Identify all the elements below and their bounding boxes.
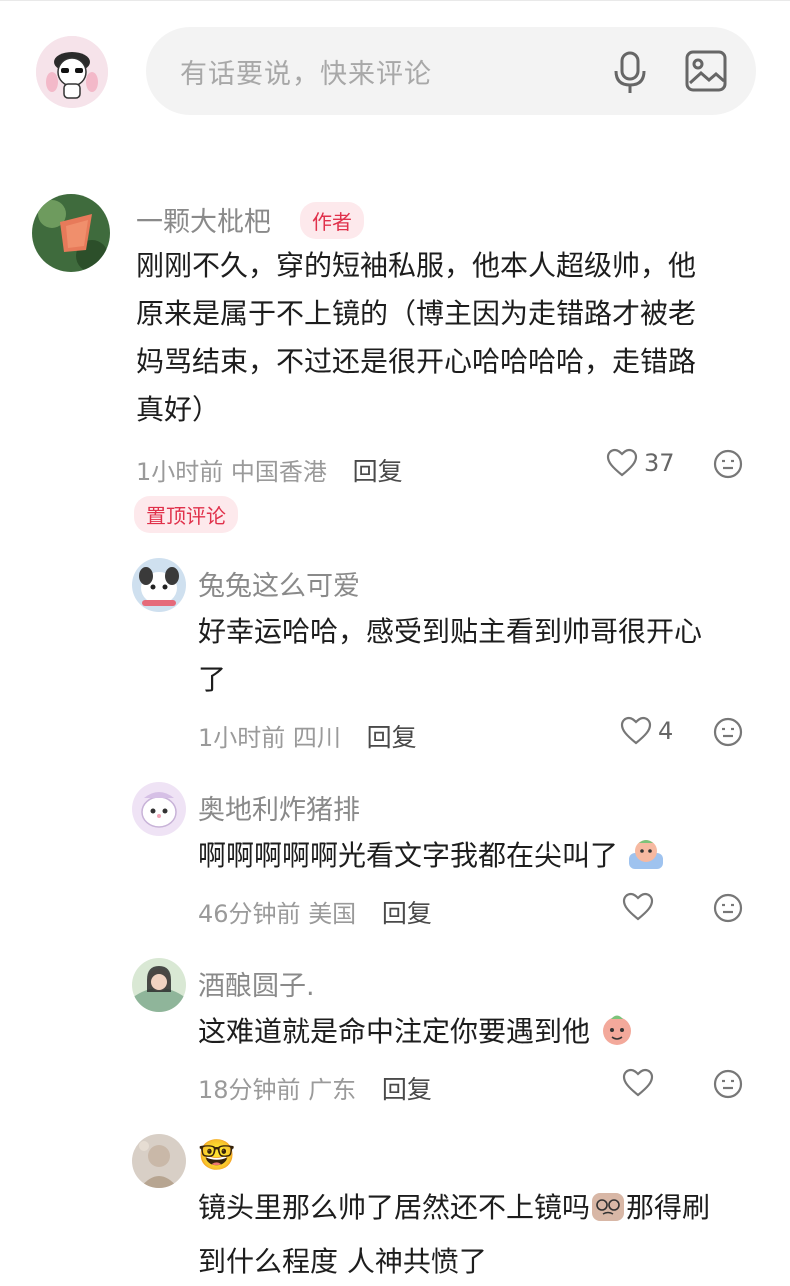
- comment-location: 美国: [308, 900, 357, 928]
- comment-text: 好幸运哈哈，感受到贴主看到帅哥很开心 了: [198, 608, 768, 704]
- my-avatar[interactable]: [36, 36, 108, 108]
- dislike-icon[interactable]: [712, 892, 744, 928]
- pinned-badge: 置顶评论: [134, 496, 238, 533]
- comment-line: 原来是属于不上镜的（博主因为走错路才被老: [136, 297, 697, 330]
- comment-time: 1小时前: [198, 724, 286, 752]
- sticker-emoji-icon: [590, 1189, 626, 1238]
- avatar[interactable]: [32, 194, 110, 272]
- like-button[interactable]: [622, 1068, 654, 1098]
- avatar[interactable]: [132, 782, 186, 836]
- comment-location: 中国香港: [230, 458, 327, 486]
- username[interactable]: 奥地利炸猪排: [198, 788, 360, 827]
- comment-line: 刚刚不久，穿的短袖私服，他本人超级帅，他: [136, 249, 697, 282]
- comment-text: 刚刚不久，穿的短袖私服，他本人超级帅，他 原来是属于不上镜的（博主因为走错路才被…: [136, 242, 776, 434]
- reply-button[interactable]: 回复: [353, 457, 403, 486]
- comment-location: 广东: [308, 1076, 357, 1104]
- comment-line: 啊啊啊啊啊光看文字我都在尖叫了: [198, 839, 619, 872]
- comment-input[interactable]: 有话要说，快来评论: [146, 27, 756, 115]
- comment-meta: 46分钟前 美国 回复: [198, 894, 432, 930]
- avatar[interactable]: [132, 1134, 186, 1188]
- comment-text: 这难道就是命中注定你要遇到他: [198, 1008, 768, 1062]
- reply-button[interactable]: 回复: [367, 723, 417, 752]
- comment-time: 18分钟前: [198, 1076, 301, 1104]
- comment-line: 好幸运哈哈，感受到贴主看到帅哥很开心: [198, 615, 703, 648]
- comment-text: 镜头里那么帅了居然还不上镜吗 那得刷 到什么程度 人神共愤了: [198, 1184, 778, 1286]
- like-count: 4: [658, 717, 674, 745]
- comment-line: 这难道就是命中注定你要遇到他: [198, 1015, 591, 1048]
- dislike-icon[interactable]: [712, 448, 744, 484]
- comment-meta: 1小时前 中国香港 回复: [136, 452, 403, 488]
- username[interactable]: 酒酿圆子.: [198, 964, 315, 1003]
- reply-item: 奥地利炸猪排 啊啊啊啊啊光看文字我都在尖叫了 46分钟前 美国 回复: [0, 780, 790, 940]
- comment-location: 四川: [292, 724, 341, 752]
- comment-line: 真好）: [136, 393, 221, 426]
- comment-text: 啊啊啊啊啊光看文字我都在尖叫了: [198, 832, 768, 886]
- reply-button[interactable]: 回复: [382, 899, 432, 928]
- like-button[interactable]: [622, 892, 654, 922]
- sticker-emoji-icon: [599, 1013, 635, 1062]
- like-button[interactable]: 37: [606, 448, 675, 478]
- image-icon[interactable]: [684, 49, 728, 93]
- reply-item: 酒酿圆子. 这难道就是命中注定你要遇到他 18分钟前 广东 回复: [0, 956, 790, 1116]
- comment-line: 了: [198, 663, 227, 696]
- like-count: 37: [644, 449, 675, 477]
- author-badge: 作者: [300, 202, 364, 239]
- reply-item: 兔兔这么可爱 好幸运哈哈，感受到贴主看到帅哥很开心 了 1小时前 四川 回复 4: [0, 556, 790, 766]
- comment-time: 1小时前: [136, 458, 224, 486]
- sticker-emoji-icon: [627, 837, 665, 886]
- comment-line-end: 那得刷: [626, 1191, 711, 1224]
- username[interactable]: 一颗大枇杷: [136, 200, 271, 239]
- comment-item: 一颗大枇杷 作者 刚刚不久，穿的短袖私服，他本人超级帅，他 原来是属于不上镜的（…: [0, 190, 790, 550]
- dislike-icon[interactable]: [712, 716, 744, 752]
- heart-icon: [622, 892, 654, 921]
- heart-icon: [606, 448, 638, 477]
- comment-time: 46分钟前: [198, 900, 301, 928]
- heart-icon: [620, 716, 652, 745]
- username[interactable]: 兔兔这么可爱: [198, 564, 360, 603]
- avatar[interactable]: [132, 958, 186, 1012]
- mic-icon[interactable]: [610, 49, 650, 97]
- comment-meta: 1小时前 四川 回复: [198, 718, 417, 754]
- dislike-icon[interactable]: [712, 1068, 744, 1104]
- comment-line: 到什么程度 人神共愤了: [198, 1245, 487, 1278]
- reply-item: 🤓 镜头里那么帅了居然还不上镜吗 那得刷 到什么程度 人神共愤了: [0, 1132, 790, 1280]
- avatar[interactable]: [132, 558, 186, 612]
- comment-meta: 18分钟前 广东 回复: [198, 1070, 432, 1106]
- like-button[interactable]: 4: [620, 716, 673, 746]
- comment-line-start: 镜头里那么帅了居然还不上镜吗: [198, 1191, 591, 1224]
- comment-line: 妈骂结束，不过还是很开心哈哈哈哈，走错路: [136, 345, 697, 378]
- heart-icon: [622, 1068, 654, 1097]
- comment-composer: 有话要说，快来评论: [0, 0, 790, 150]
- username[interactable]: 🤓: [198, 1138, 235, 1173]
- comment-input-placeholder: 有话要说，快来评论: [180, 58, 432, 90]
- comment-line: 镜头里那么帅了居然还不上镜吗 那得刷: [198, 1184, 778, 1238]
- reply-button[interactable]: 回复: [382, 1075, 432, 1104]
